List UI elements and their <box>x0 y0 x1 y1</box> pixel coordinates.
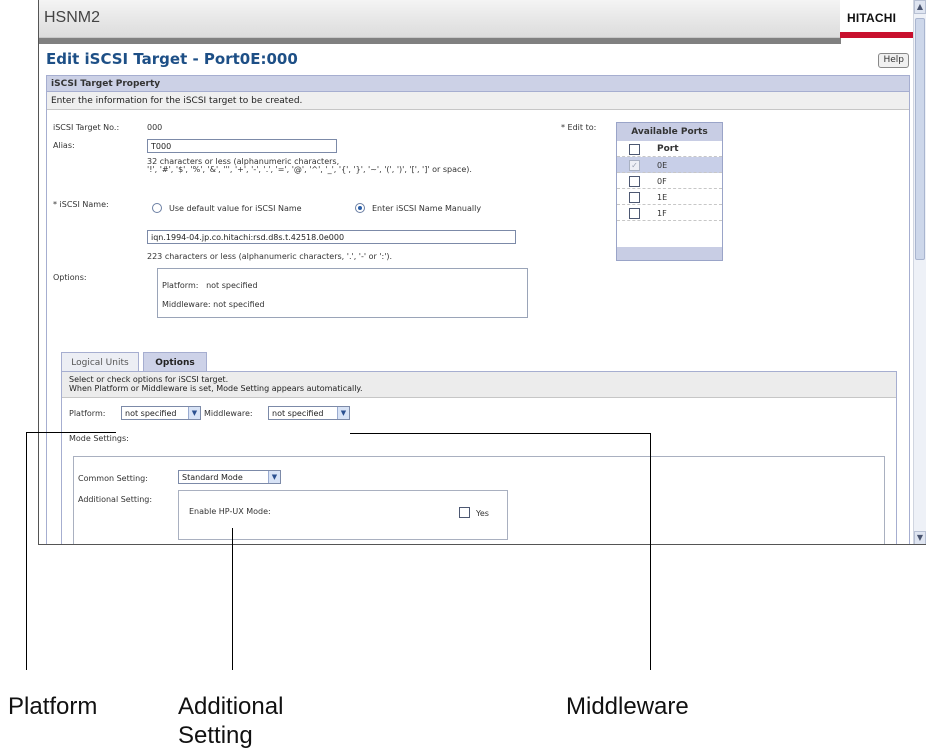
port-column-header: Port <box>657 144 679 154</box>
panel-instruction: Enter the information for the iSCSI targ… <box>47 92 909 110</box>
options-description: Select or check options for iSCSI target… <box>62 372 896 398</box>
common-setting-selected: Standard Mode <box>182 473 243 482</box>
panel-heading: iSCSI Target Property <box>47 76 909 92</box>
options-platform-line: Platform: not specified <box>162 281 258 290</box>
middleware-selected: not specified <box>272 409 324 418</box>
additional-callout-line2: Setting <box>178 722 253 749</box>
options-label: Options: <box>53 273 87 282</box>
port-checkbox-0e <box>629 160 640 171</box>
edit-to-label: * Edit to: <box>561 123 597 132</box>
port-checkbox-1e[interactable] <box>629 192 640 203</box>
platform-label: Platform: <box>69 409 106 418</box>
scroll-up-arrow-icon[interactable]: ▲ <box>914 0 926 14</box>
port-checkbox-1f[interactable] <box>629 208 640 219</box>
platform-selected: not specified <box>125 409 177 418</box>
brand-logo: HITACHI <box>840 0 913 38</box>
additional-setting-box: Enable HP-UX Mode: Yes <box>178 490 508 540</box>
chevron-down-icon: ▼ <box>337 407 349 419</box>
help-button[interactable]: Help <box>878 53 909 68</box>
chevron-down-icon: ▼ <box>188 407 200 419</box>
target-no-value: 000 <box>147 123 163 132</box>
additional-setting-callout: Additional Setting <box>178 692 283 750</box>
radio-manual-label: Enter iSCSI Name Manually <box>372 204 482 213</box>
tab-logical-units[interactable]: Logical Units <box>61 352 139 372</box>
platform-leader-vertical <box>26 432 27 670</box>
scroll-down-arrow-icon[interactable]: ▼ <box>914 531 926 544</box>
port-label: 0F <box>657 177 667 186</box>
ports-heading: Available Ports <box>617 123 722 141</box>
main-content: Edit iSCSI Target - Port0E:000 Help iSCS… <box>39 44 914 544</box>
radio-default-label: Use default value for iSCSI Name <box>169 204 302 213</box>
iscsi-name-input[interactable]: iqn.1994-04.jp.co.hitachi:rsd.d8s.t.4251… <box>147 230 516 244</box>
radio-default-name[interactable] <box>152 203 162 213</box>
brand-bar <box>840 32 913 38</box>
chevron-down-icon: ▼ <box>268 471 280 483</box>
iscsi-name-label: * iSCSI Name: <box>53 200 109 209</box>
common-setting-select[interactable]: Standard Mode ▼ <box>178 470 281 484</box>
page-title: Edit iSCSI Target - Port0E:000 <box>46 50 298 68</box>
mode-settings-label: Mode Settings: <box>69 434 129 443</box>
ports-header-row: Port <box>617 141 722 157</box>
platform-select[interactable]: not specified ▼ <box>121 406 201 420</box>
middleware-leader-vertical <box>650 433 651 670</box>
title-bar: HSNM2 HITACHI <box>39 0 914 38</box>
alias-input[interactable]: T000 <box>147 139 337 153</box>
options-desc-line1: Select or check options for iSCSI target… <box>69 375 229 384</box>
platform-callout: Platform <box>8 693 98 720</box>
alias-label: Alias: <box>53 141 75 150</box>
port-row-1f[interactable]: 1F <box>617 205 722 221</box>
port-row-1e[interactable]: 1E <box>617 189 722 205</box>
port-label: 1F <box>657 209 667 218</box>
property-panel: iSCSI Target Property Enter the informat… <box>46 75 910 544</box>
hpux-mode-label: Enable HP-UX Mode: <box>189 507 271 516</box>
vertical-scrollbar[interactable]: ▲ ▼ <box>913 0 926 544</box>
port-row-0e[interactable]: 0E <box>617 157 722 173</box>
options-desc-line2: When Platform or Middleware is set, Mode… <box>69 384 363 393</box>
additional-callout-line1: Additional <box>178 693 284 720</box>
platform-leader-horizontal <box>26 432 116 433</box>
middleware-select[interactable]: not specified ▼ <box>268 406 350 420</box>
middleware-callout: Middleware <box>566 693 689 720</box>
middleware-leader-horizontal <box>350 433 650 434</box>
options-middleware-line: Middleware: not specified <box>162 300 265 309</box>
ports-footer <box>617 247 722 260</box>
port-label: 0E <box>657 161 668 170</box>
hpux-yes-checkbox[interactable] <box>459 507 470 518</box>
common-setting-label: Common Setting: <box>78 474 148 483</box>
port-row-0f[interactable]: 0F <box>617 173 722 189</box>
select-all-checkbox[interactable] <box>629 144 640 155</box>
available-ports-table: Available Ports Port 0E 0F 1E <box>616 122 723 261</box>
mode-settings-box: Common Setting: Standard Mode ▼ Addition… <box>73 456 885 544</box>
port-label: 1E <box>657 193 668 202</box>
hpux-yes-label: Yes <box>476 509 489 518</box>
tab-options[interactable]: Options <box>143 352 207 372</box>
iscsi-name-hint: 223 characters or less (alphanumeric cha… <box>147 252 393 261</box>
options-summary-box: Platform: not specified Middleware: not … <box>157 268 528 318</box>
app-name: HSNM2 <box>44 9 101 26</box>
options-tab-panel: Select or check options for iSCSI target… <box>61 371 897 544</box>
middleware-label: Middleware: <box>204 409 253 418</box>
additional-setting-label: Additional Setting: <box>78 495 153 504</box>
scroll-thumb[interactable] <box>915 18 925 260</box>
app-window: HSNM2 HITACHI ▲ ▼ Edit iSCSI Target - Po… <box>38 0 926 545</box>
additional-leader-vertical <box>232 528 233 670</box>
radio-manual-name[interactable] <box>355 203 365 213</box>
target-no-label: iSCSI Target No.: <box>53 123 120 132</box>
port-checkbox-0f[interactable] <box>629 176 640 187</box>
alias-hint-line2: '!', '#', '$', '%', '&', ''', '+', '-', … <box>147 165 472 174</box>
brand-name: HITACHI <box>847 11 897 25</box>
